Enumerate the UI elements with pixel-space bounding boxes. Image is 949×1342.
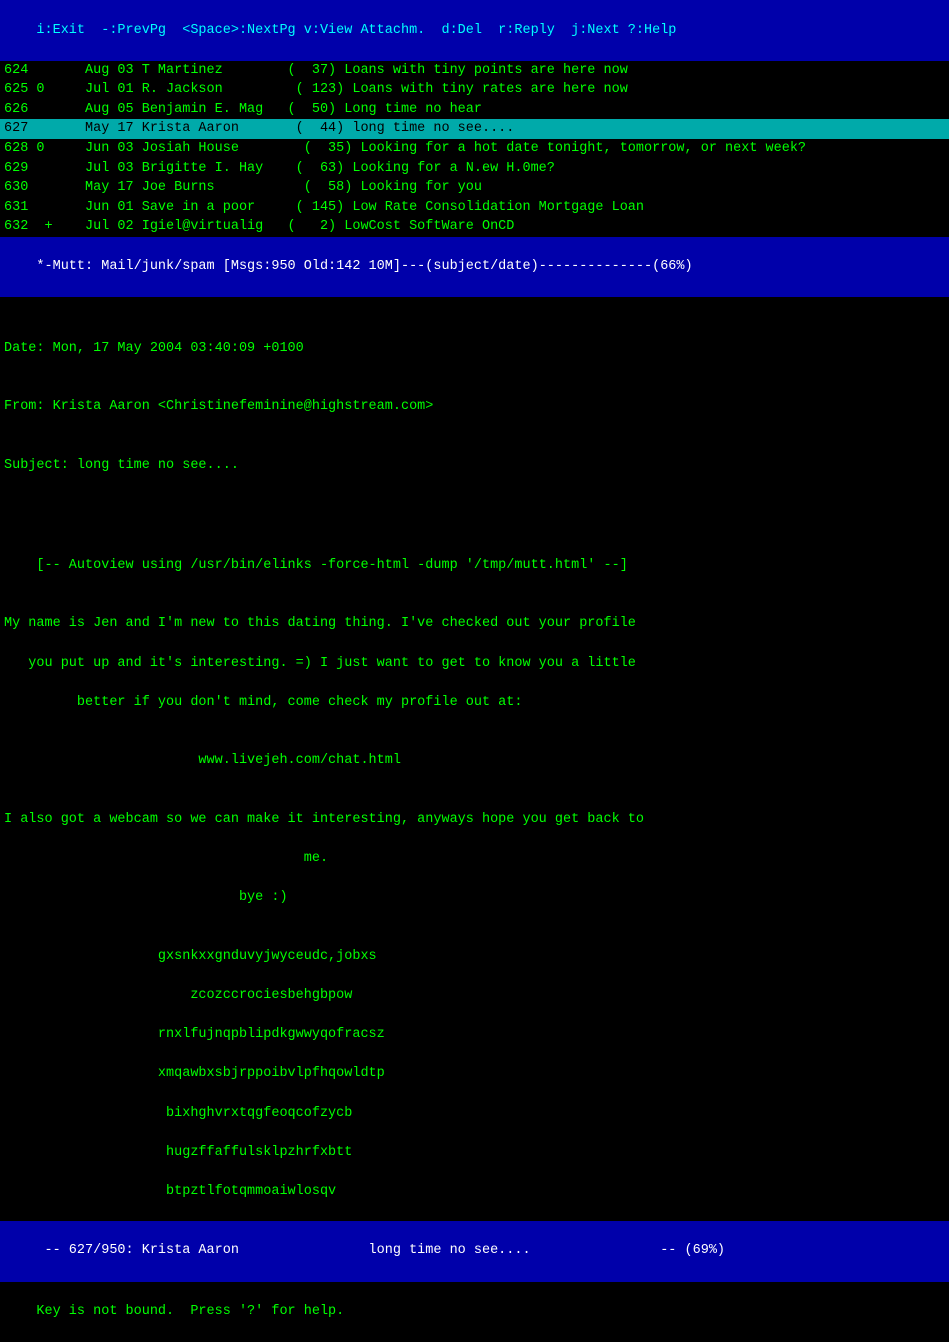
body-spam4: xmqawbxsbjrppoibvlpfhqowldtp [4, 1066, 385, 1081]
email-row-630[interactable]: 630 May 17 Joe Burns ( 58) Looking for y… [0, 178, 949, 198]
email-body: My name is Jen and I'm new to this datin… [0, 595, 949, 1221]
body-spam3: rnxlfujnqpblipdkgwwyqofracsz [4, 1027, 385, 1042]
email-row-628[interactable]: 628 0 Jun 03 Josiah House ( 35) Looking … [0, 139, 949, 159]
email-from-header: From: Krista Aaron <Christinefeminine@hi… [4, 397, 945, 417]
body-line5: me. [4, 851, 328, 866]
bottom-status-bar: -- 627/950: Krista Aaron long time no se… [0, 1221, 949, 1282]
email-headers: Date: Mon, 17 May 2004 03:40:09 +0100 Fr… [0, 297, 949, 516]
mutt-status-bar: *-Mutt: Mail/junk/spam [Msgs:950 Old:142… [0, 237, 949, 298]
email-list: 624 Aug 03 T Martinez ( 37) Loans with t… [0, 61, 949, 237]
email-row-632[interactable]: 632 + Jul 02 Igiel@virtualig ( 2) LowCos… [0, 217, 949, 237]
body-spam1: gxsnkxxgnduvyjwyceudc,jobxs [4, 949, 377, 964]
email-row-629[interactable]: 629 Jul 03 Brigitte I. Hay ( 63) Looking… [0, 159, 949, 179]
email-subject-header: Subject: long time no see.... [4, 456, 945, 476]
body-spam5: bixhghvrxtqgfeoqcofzycb [4, 1106, 352, 1121]
status-bar-text: *-Mutt: Mail/junk/spam [Msgs:950 Old:142… [36, 259, 692, 274]
bottom-bar-text: Key is not bound. Press '?' for help. [36, 1304, 344, 1319]
email-row-626[interactable]: 626 Aug 05 Benjamin E. Mag ( 50) Long ti… [0, 100, 949, 120]
bottom-bar: Key is not bound. Press '?' for help. [0, 1282, 949, 1342]
body-line3: better if you don't mind, come check my … [4, 695, 522, 710]
body-url: www.livejeh.com/chat.html [4, 753, 401, 768]
top-bar: i:Exit -:PrevPg <Space>:NextPg v:View At… [0, 0, 949, 61]
body-spam6: hugzffaffulsklpzhrfxbtt [4, 1145, 352, 1160]
bottom-status-text: -- 627/950: Krista Aaron long time no se… [36, 1243, 725, 1258]
email-date-header: Date: Mon, 17 May 2004 03:40:09 +0100 [4, 339, 945, 359]
body-line6: bye :) [4, 890, 288, 905]
email-row-627[interactable]: 627 May 17 Krista Aaron ( 44) long time … [0, 119, 949, 139]
body-line1: My name is Jen and I'm new to this datin… [4, 616, 636, 631]
email-row-631[interactable]: 631 Jun 01 Save in a poor ( 145) Low Rat… [0, 198, 949, 218]
body-spam7: btpztlfotqmmoaiwlosqv [4, 1184, 336, 1199]
terminal: i:Exit -:PrevPg <Space>:NextPg v:View At… [0, 0, 949, 706]
blank-line-1 [0, 517, 949, 537]
email-row-624[interactable]: 624 Aug 03 T Martinez ( 37) Loans with t… [0, 61, 949, 81]
body-line4: I also got a webcam so we can make it in… [4, 812, 644, 827]
email-row-625[interactable]: 625 0 Jul 01 R. Jackson ( 123) Loans wit… [0, 80, 949, 100]
top-bar-text: i:Exit -:PrevPg <Space>:NextPg v:View At… [36, 23, 676, 38]
autoview-line: [-- Autoview using /usr/bin/elinks -forc… [0, 536, 949, 595]
body-line2: you put up and it's interesting. =) I ju… [4, 656, 636, 671]
body-spam2: zcozccrociesbehgbpow [4, 988, 352, 1003]
